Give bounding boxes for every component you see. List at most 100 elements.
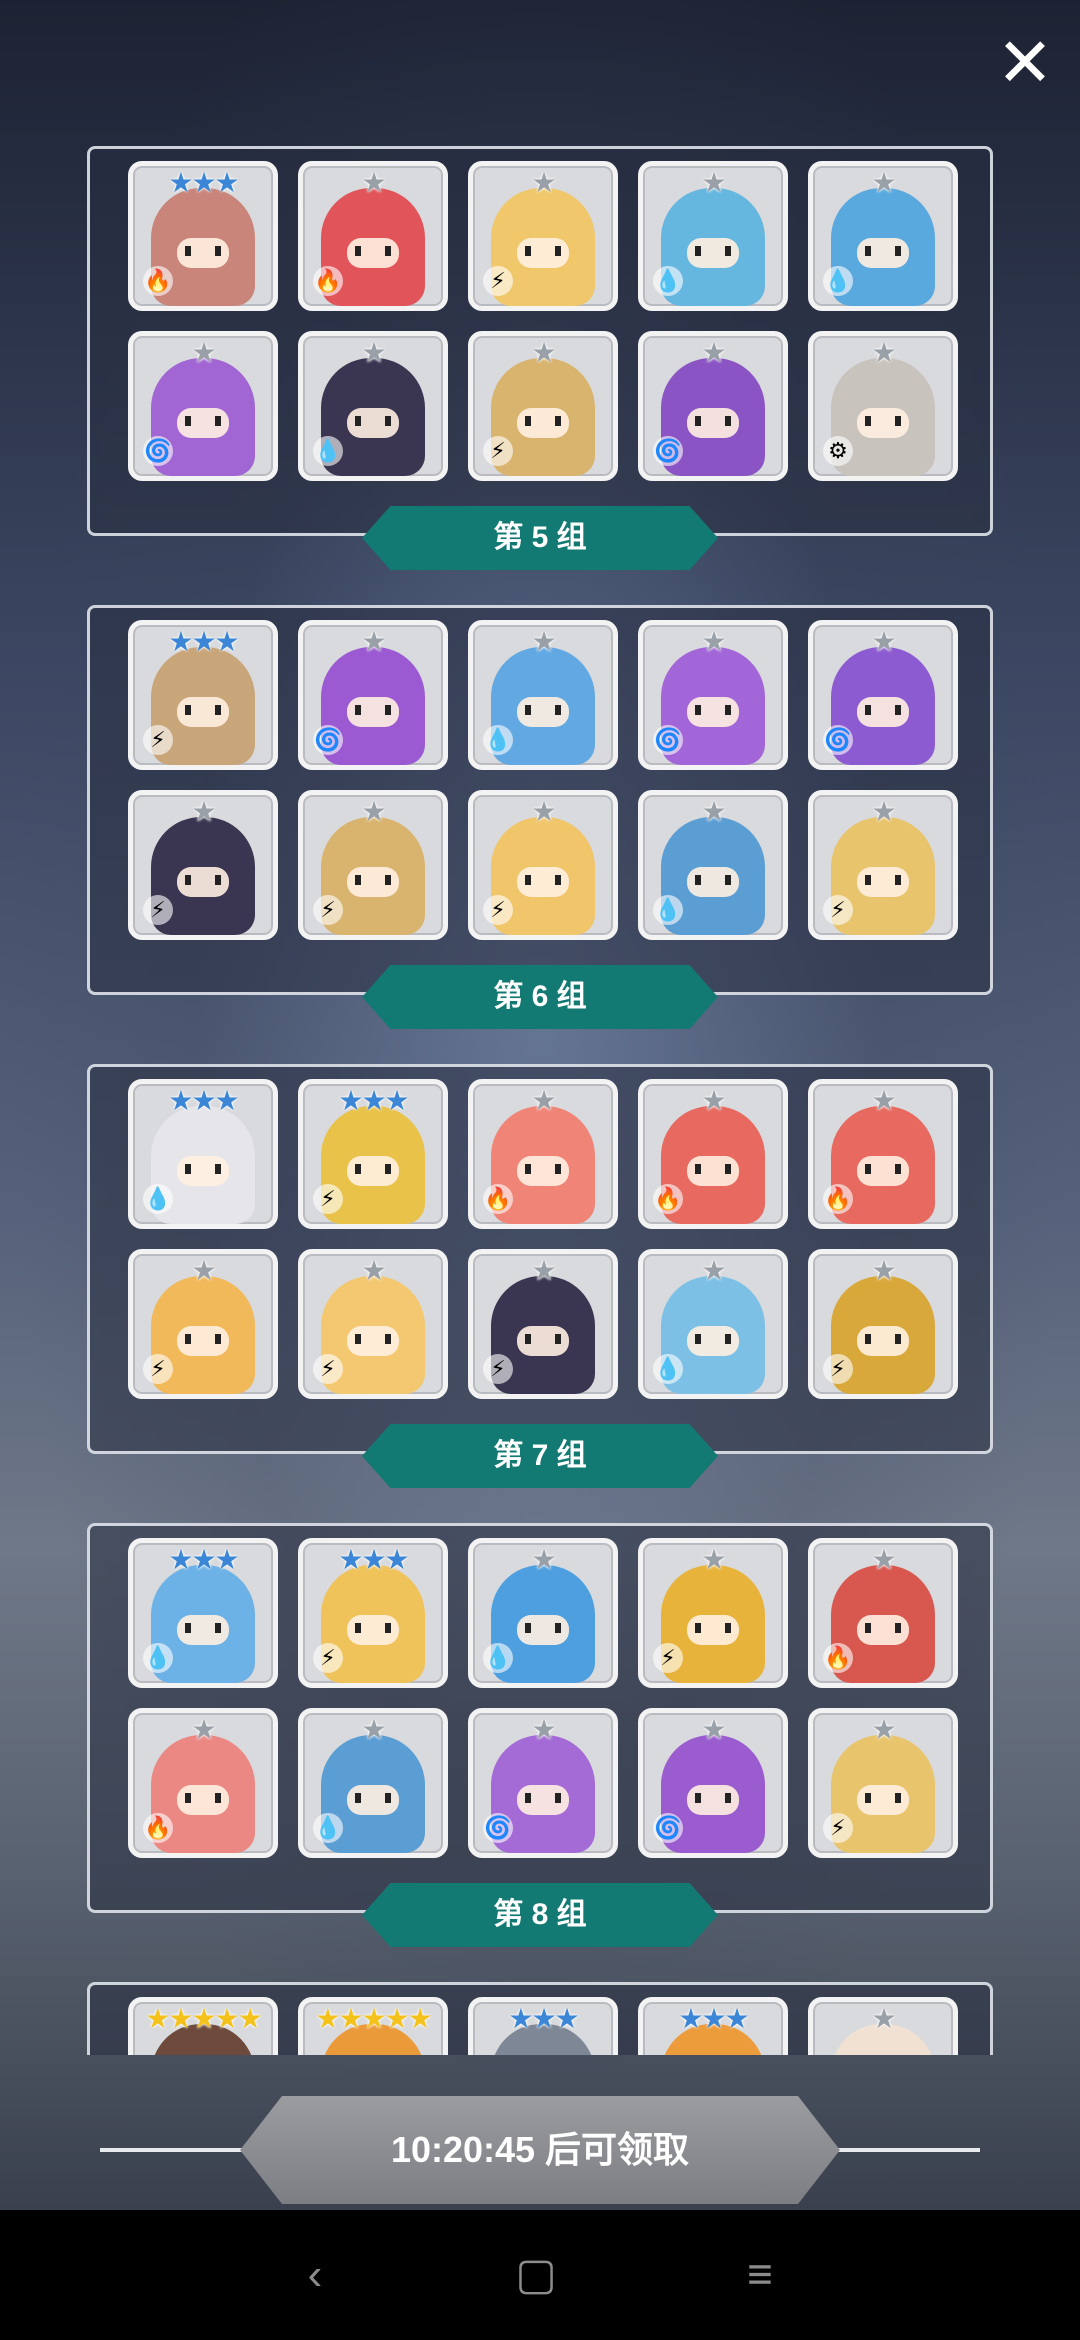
- reward-group: ★★★ 🔥 ★ 🔥 ★ ⚡ ★ 💧 ★ 💧 ★ 🌀 ★ 💧 ★ ⚡ ★ 🌀 ★ ⚙: [87, 146, 993, 536]
- hero-eyes: [865, 1793, 901, 1803]
- hero-card[interactable]: ★ 🌀: [638, 1708, 788, 1858]
- hero-card[interactable]: ★ ⚡: [468, 161, 618, 311]
- hero-card[interactable]: ★ 💧: [638, 790, 788, 940]
- reward-group-list[interactable]: ★★★ 🔥 ★ 🔥 ★ ⚡ ★ 💧 ★ 💧 ★ 🌀 ★ 💧 ★ ⚡ ★ 🌀 ★ ⚙ 第 5 组 ★★★ ⚡ ★ 🌀 ★ 💧 ★ 🌀 ★ 🌀 ★…: [0, 140, 1080, 2055]
- back-icon[interactable]: ‹: [285, 2250, 345, 2300]
- hero-eyes: [695, 1164, 731, 1174]
- hero-eyes: [865, 1334, 901, 1344]
- hero-card[interactable]: ★ ⚡: [468, 1249, 618, 1399]
- star-rating: ★: [531, 337, 556, 368]
- hero-card[interactable]: ★ ⚡: [128, 1249, 278, 1399]
- fire-element-icon: 🔥: [483, 1184, 513, 1214]
- dark-element-icon: 🌀: [653, 725, 683, 755]
- hero-card[interactable]: ★ ⚡: [298, 1249, 448, 1399]
- water-element-icon: 💧: [653, 266, 683, 296]
- hero-card[interactable]: ★: [808, 1997, 958, 2055]
- dark-element-icon: 🌀: [483, 1813, 513, 1843]
- star-rating: ★: [701, 1085, 726, 1116]
- hero-card[interactable]: ★ 🌀: [808, 620, 958, 770]
- star-rating: ★: [531, 1714, 556, 1745]
- hero-card[interactable]: ★ 🔥: [468, 1079, 618, 1229]
- fire-element-icon: 🔥: [143, 266, 173, 296]
- water-element-icon: 💧: [483, 725, 513, 755]
- hero-card[interactable]: ★ ⚡: [298, 790, 448, 940]
- hero-card[interactable]: ★ 🌀: [298, 620, 448, 770]
- water-element-icon: 💧: [823, 266, 853, 296]
- star-rating: ★: [871, 796, 896, 827]
- star-rating: ★: [361, 626, 386, 657]
- claim-countdown-button[interactable]: 10:20:45 后可领取: [240, 2096, 840, 2204]
- hero-eyes: [355, 875, 391, 885]
- hero-eyes: [695, 875, 731, 885]
- hero-eyes: [355, 705, 391, 715]
- hero-eyes: [695, 416, 731, 426]
- hero-eyes: [355, 1164, 391, 1174]
- water-element-icon: 💧: [653, 895, 683, 925]
- hero-eyes: [185, 1793, 221, 1803]
- hero-card[interactable]: ★★★ 🔥: [128, 161, 278, 311]
- hero-card[interactable]: ★ ⚡: [468, 331, 618, 481]
- hero-card[interactable]: ★ ⚡: [468, 790, 618, 940]
- hero-card[interactable]: ★ ⚡: [808, 790, 958, 940]
- light-element-icon: ⚡: [313, 895, 343, 925]
- hero-card[interactable]: ★ 🌀: [128, 331, 278, 481]
- hero-card[interactable]: ★ ⚡: [128, 790, 278, 940]
- star-rating: ★: [701, 1544, 726, 1575]
- hero-card[interactable]: ★★★ ⚡: [128, 620, 278, 770]
- light-element-icon: ⚡: [483, 266, 513, 296]
- hero-card[interactable]: ★ ⚙: [808, 331, 958, 481]
- bar-line-right: [830, 2148, 980, 2152]
- hero-card[interactable]: ★★★ ⚡: [298, 1538, 448, 1688]
- light-element-icon: ⚡: [823, 895, 853, 925]
- hero-card[interactable]: ★ 🌀: [638, 620, 788, 770]
- reward-group: ★★★★★ ★★★★★ ★★★ ★★★ ★: [87, 1982, 993, 2055]
- hero-card[interactable]: ★ 🔥: [298, 161, 448, 311]
- star-rating: ★: [191, 337, 216, 368]
- hero-card[interactable]: ★ ⚡: [808, 1249, 958, 1399]
- hero-card[interactable]: ★ 💧: [468, 620, 618, 770]
- light-element-icon: ⚡: [823, 1813, 853, 1843]
- hero-eyes: [865, 1164, 901, 1174]
- hero-card[interactable]: ★ 🔥: [638, 1079, 788, 1229]
- star-rating: ★★★: [338, 1544, 409, 1575]
- home-icon[interactable]: ▢: [506, 2250, 566, 2300]
- hero-card[interactable]: ★ 💧: [808, 161, 958, 311]
- hero-card[interactable]: ★ 💧: [638, 161, 788, 311]
- hero-card[interactable]: ★ ⚡: [638, 1538, 788, 1688]
- hero-card[interactable]: ★ 💧: [298, 1708, 448, 1858]
- reward-group: ★★★ 💧 ★★★ ⚡ ★ 💧 ★ ⚡ ★ 🔥 ★ 🔥 ★ 💧 ★ 🌀 ★ 🌀 ★ ⚡: [87, 1523, 993, 1913]
- hero-eyes: [185, 1334, 221, 1344]
- star-rating: ★★★★★: [145, 2003, 263, 2034]
- light-element-icon: ⚡: [143, 895, 173, 925]
- hero-card[interactable]: ★ 🌀: [468, 1708, 618, 1858]
- star-rating: ★: [701, 796, 726, 827]
- hero-card[interactable]: ★ 💧: [468, 1538, 618, 1688]
- menu-icon[interactable]: ≡: [730, 2250, 790, 2300]
- hero-card[interactable]: ★★★: [638, 1997, 788, 2055]
- light-element-icon: ⚡: [653, 1643, 683, 1673]
- light-element-icon: ⚡: [313, 1184, 343, 1214]
- water-element-icon: 💧: [313, 436, 343, 466]
- hero-card[interactable]: ★★★★★: [298, 1997, 448, 2055]
- hero-card[interactable]: ★ 🌀: [638, 331, 788, 481]
- hero-card[interactable]: ★ 💧: [298, 331, 448, 481]
- hero-card[interactable]: ★ 🔥: [128, 1708, 278, 1858]
- hero-card[interactable]: ★ 🔥: [808, 1538, 958, 1688]
- fire-element-icon: 🔥: [823, 1643, 853, 1673]
- hero-card[interactable]: ★ 🔥: [808, 1079, 958, 1229]
- hero-eyes: [865, 1623, 901, 1633]
- hero-card[interactable]: ★ ⚡: [808, 1708, 958, 1858]
- hero-card[interactable]: ★★★: [468, 1997, 618, 2055]
- hero-eyes: [185, 246, 221, 256]
- hero-card[interactable]: ★★★ ⚡: [298, 1079, 448, 1229]
- hero-eyes: [865, 875, 901, 885]
- star-rating: ★: [361, 167, 386, 198]
- system-nav-bar: ‹ ▢ ≡: [0, 2210, 1080, 2340]
- star-rating: ★★★: [168, 1085, 239, 1116]
- hero-card[interactable]: ★★★ 💧: [128, 1538, 278, 1688]
- hero-card[interactable]: ★★★★★: [128, 1997, 278, 2055]
- dark-element-icon: 🌀: [313, 725, 343, 755]
- close-button[interactable]: ✕: [990, 28, 1060, 98]
- hero-card[interactable]: ★★★ 💧: [128, 1079, 278, 1229]
- hero-card[interactable]: ★ 💧: [638, 1249, 788, 1399]
